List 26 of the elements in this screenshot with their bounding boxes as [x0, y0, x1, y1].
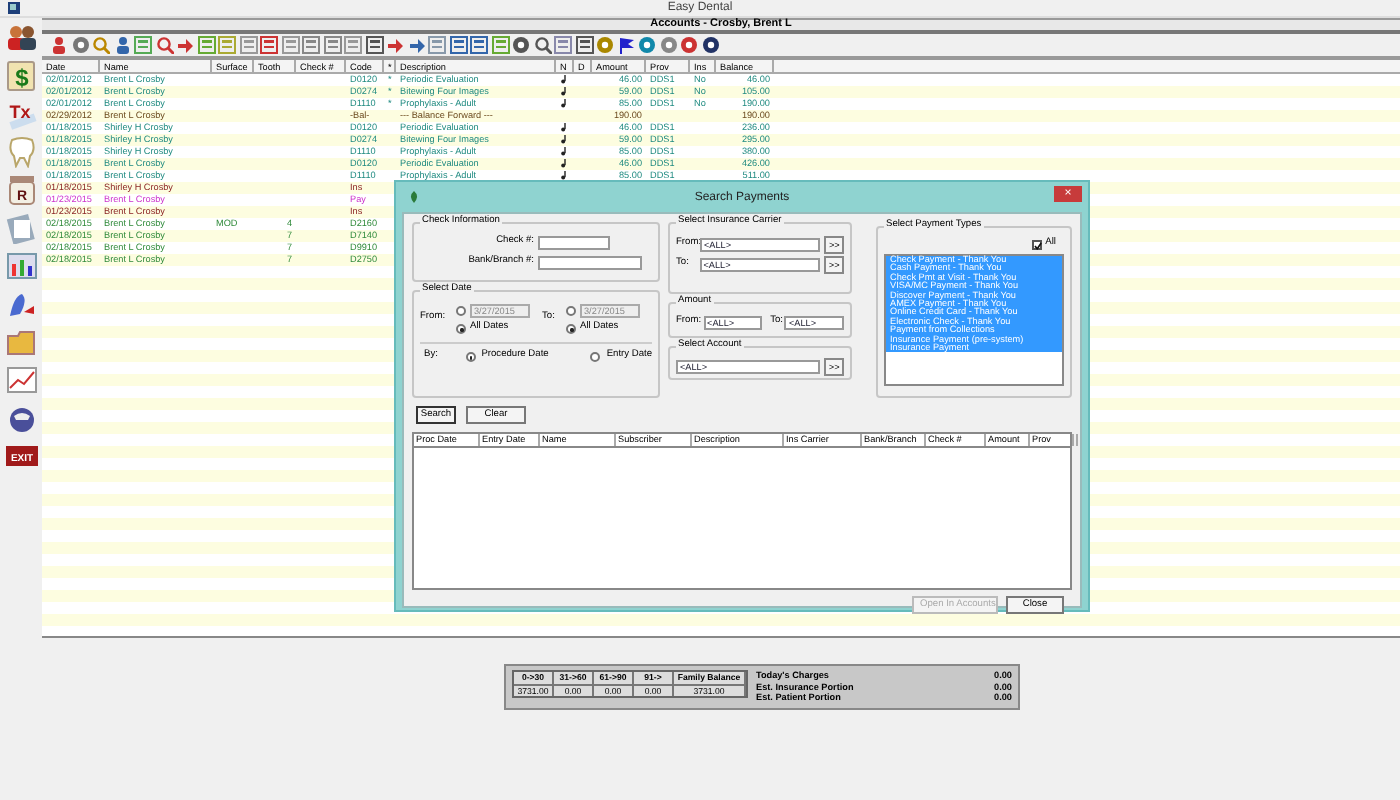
radio-button[interactable]: [566, 324, 576, 334]
radio-button[interactable]: [566, 306, 576, 316]
radio-button[interactable]: [590, 352, 601, 362]
all-checkbox[interactable]: [1031, 240, 1042, 250]
folder-icon[interactable]: [3, 326, 39, 358]
radio-button[interactable]: [465, 352, 476, 362]
input-field[interactable]: [538, 256, 642, 270]
arrow-icon[interactable]: [176, 36, 194, 54]
ledger-icon[interactable]: $: [3, 60, 39, 92]
input-field[interactable]: [538, 236, 610, 250]
search-icon[interactable]: [92, 36, 110, 54]
radio-button[interactable]: [456, 306, 466, 316]
app-icon: [8, 2, 20, 14]
check-icon: [1033, 242, 1042, 250]
clipboard-icon[interactable]: [3, 212, 39, 244]
people-icon[interactable]: [113, 36, 131, 54]
search-icon[interactable]: [533, 36, 551, 54]
radio-button[interactable]: [456, 324, 466, 334]
people-icon[interactable]: [3, 22, 39, 54]
graph-icon[interactable]: [3, 364, 39, 396]
flag-icon[interactable]: [617, 36, 635, 54]
search-icon[interactable]: [155, 36, 173, 54]
tooth-icon[interactable]: [3, 136, 39, 168]
document-icon[interactable]: [554, 36, 572, 54]
app-leaf-icon: [408, 190, 420, 204]
person-icon[interactable]: [50, 36, 68, 54]
